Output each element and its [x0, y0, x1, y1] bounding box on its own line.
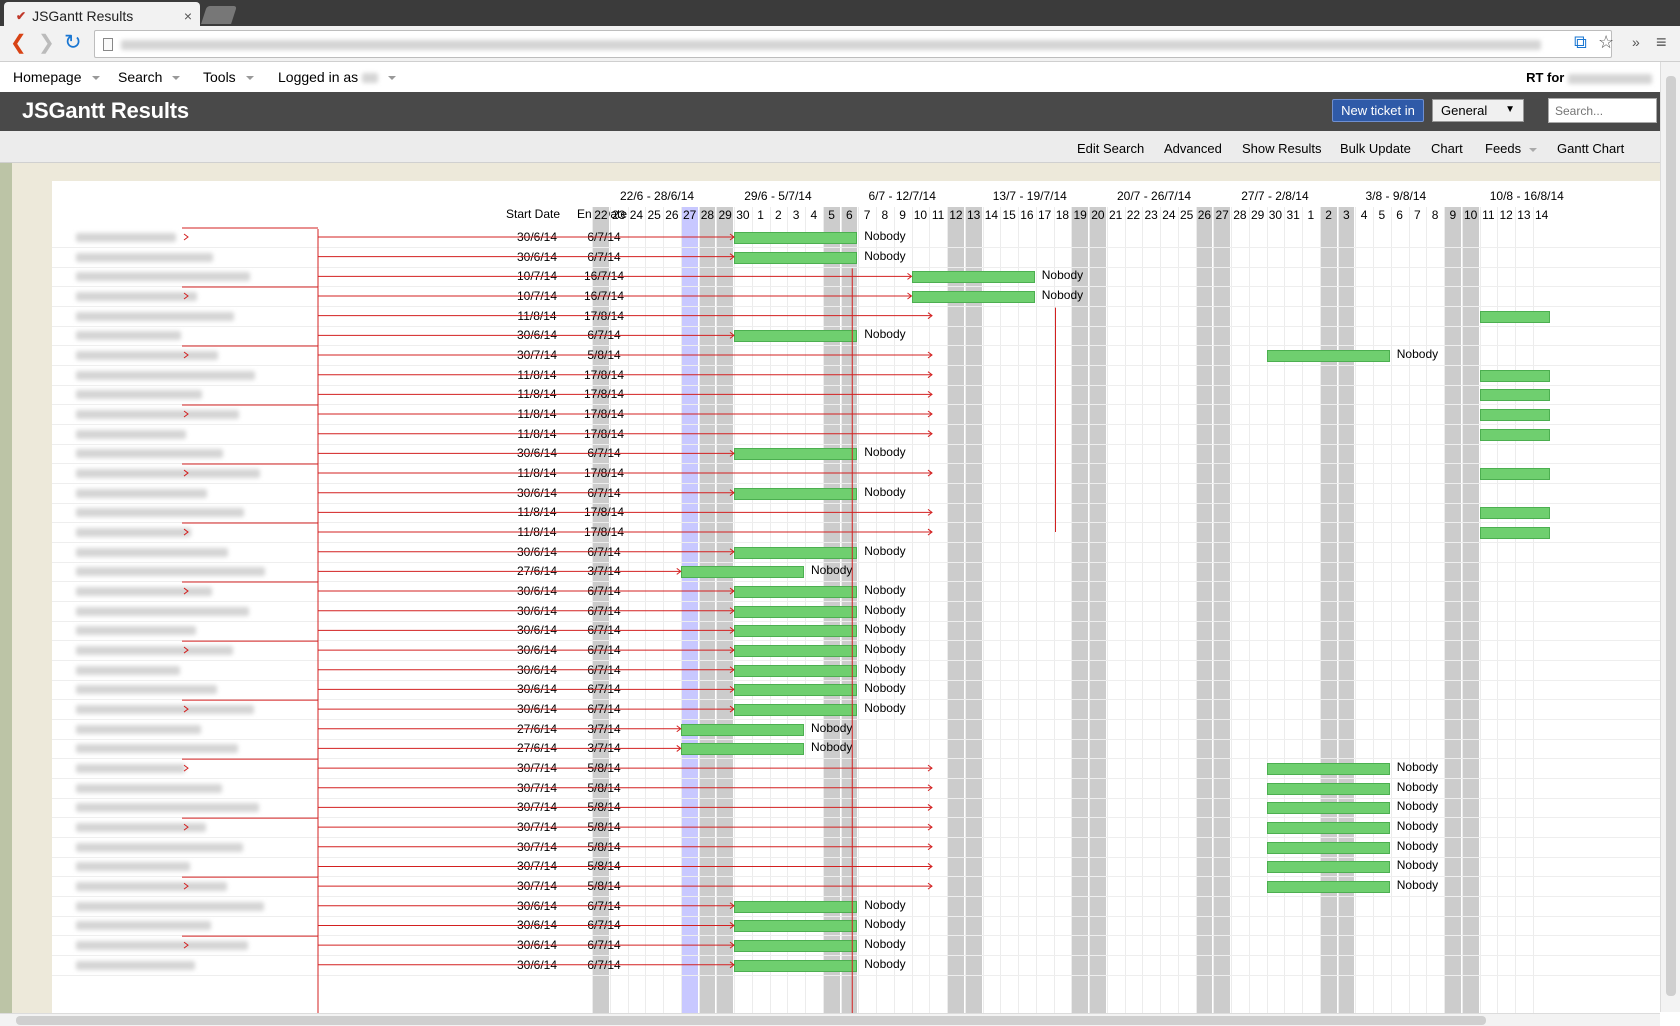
- dropdown-arrow-icon: ▼: [1505, 104, 1515, 115]
- page-menu-bulk-update[interactable]: Bulk Update: [1340, 141, 1411, 156]
- left-decorative-strip: [0, 163, 12, 1013]
- dependency-arrow: [183, 764, 189, 772]
- new-tab-button[interactable]: [201, 6, 237, 24]
- rt-for: RT for: [1526, 70, 1652, 85]
- main-area: Start Date End Date 22/6 - 28/6/14 29/6 -…: [0, 163, 1660, 1013]
- close-icon[interactable]: ×: [184, 8, 192, 24]
- username-redacted: [362, 73, 379, 84]
- dependency-arrow: [183, 587, 189, 595]
- dependency-arrow: [183, 292, 189, 300]
- dependency-arrow: [183, 410, 189, 418]
- menu-icon[interactable]: ≡: [1656, 32, 1667, 53]
- forward-icon[interactable]: ❯: [38, 32, 55, 54]
- page-menu-advanced[interactable]: Advanced: [1164, 141, 1222, 156]
- browser-tab-bar: ✔ JSGantt Results ×: [0, 0, 1680, 26]
- menu-search[interactable]: Search: [118, 69, 181, 85]
- page-menu: Edit Search Advanced Show Results Bulk U…: [0, 131, 1680, 163]
- gantt-chart: Start Date End Date 22/6 - 28/6/14 29/6 -…: [52, 181, 1660, 1013]
- page-header: JSGantt Results New ticket in General ▼: [0, 92, 1680, 131]
- menu-logged-in[interactable]: Logged in as: [278, 69, 397, 85]
- vertical-scrollbar[interactable]: [1660, 62, 1680, 1012]
- menu-tools[interactable]: Tools: [203, 69, 254, 85]
- horizontal-scrollbar-thumb[interactable]: [16, 1016, 1486, 1025]
- dependency-arrow: [183, 705, 189, 713]
- url-redacted: [121, 39, 1541, 50]
- horizontal-scrollbar[interactable]: [0, 1013, 1660, 1026]
- chevron-down-icon: [172, 76, 181, 81]
- dependency-arrow: [183, 351, 189, 359]
- bookmark-star-icon[interactable]: ☆: [1598, 32, 1614, 53]
- search-input[interactable]: [1548, 98, 1657, 123]
- rt-favicon-icon: ✔: [16, 8, 27, 23]
- rt-top-menu: Homepage Search Tools Logged in as RT fo…: [0, 62, 1680, 92]
- chevron-down-icon: [91, 76, 100, 81]
- address-bar[interactable]: [94, 30, 1612, 58]
- menu-homepage-label: Homepage: [13, 69, 82, 85]
- extension-icon[interactable]: ⧉: [1574, 32, 1587, 53]
- dependency-arrow: [183, 882, 189, 890]
- rt-name-redacted: [1568, 73, 1652, 84]
- page-menu-chart[interactable]: Chart: [1431, 141, 1463, 156]
- menu-logged-in-label: Logged in as: [278, 69, 359, 85]
- tab-title: JSGantt Results: [32, 7, 134, 24]
- browser-toolbar: ❮ ❯ ↻ ⧉ ☆ » ≡: [0, 26, 1680, 62]
- dependency-arrow: [183, 469, 189, 477]
- new-ticket-button[interactable]: New ticket in: [1332, 99, 1424, 122]
- page-title: JSGantt Results: [22, 98, 189, 123]
- dependency-arrow: [183, 941, 189, 949]
- menu-tools-label: Tools: [203, 69, 236, 85]
- queue-select-value: General: [1441, 103, 1488, 118]
- page-menu-feeds-label: Feeds: [1485, 141, 1522, 156]
- chevron-down-icon: [245, 76, 254, 81]
- page-menu-gantt-chart[interactable]: Gantt Chart: [1557, 141, 1624, 156]
- page-menu-edit-search[interactable]: Edit Search: [1077, 141, 1144, 156]
- page-icon: [103, 38, 113, 51]
- rt-for-label: RT for: [1526, 70, 1565, 85]
- overflow-chevron-icon[interactable]: »: [1632, 34, 1640, 50]
- menu-homepage[interactable]: Homepage: [13, 69, 100, 85]
- queue-select[interactable]: General ▼: [1432, 99, 1524, 122]
- vertical-scrollbar-thumb[interactable]: [1666, 76, 1676, 996]
- chevron-down-icon: [1529, 147, 1538, 152]
- dependency-arrow: [183, 233, 189, 241]
- browser-tab[interactable]: ✔ JSGantt Results ×: [4, 2, 200, 26]
- dependency-arrow: [183, 528, 189, 536]
- back-icon[interactable]: ❮: [10, 32, 27, 54]
- reload-icon[interactable]: ↻: [64, 32, 82, 54]
- page-menu-show-results[interactable]: Show Results: [1242, 141, 1321, 156]
- dependency-arrow: [183, 823, 189, 831]
- chevron-down-icon: [388, 76, 397, 81]
- dependency-arrow: [183, 646, 189, 654]
- dependency-lines: [182, 227, 1056, 1013]
- page-menu-feeds[interactable]: Feeds: [1485, 141, 1538, 156]
- menu-search-label: Search: [118, 69, 163, 85]
